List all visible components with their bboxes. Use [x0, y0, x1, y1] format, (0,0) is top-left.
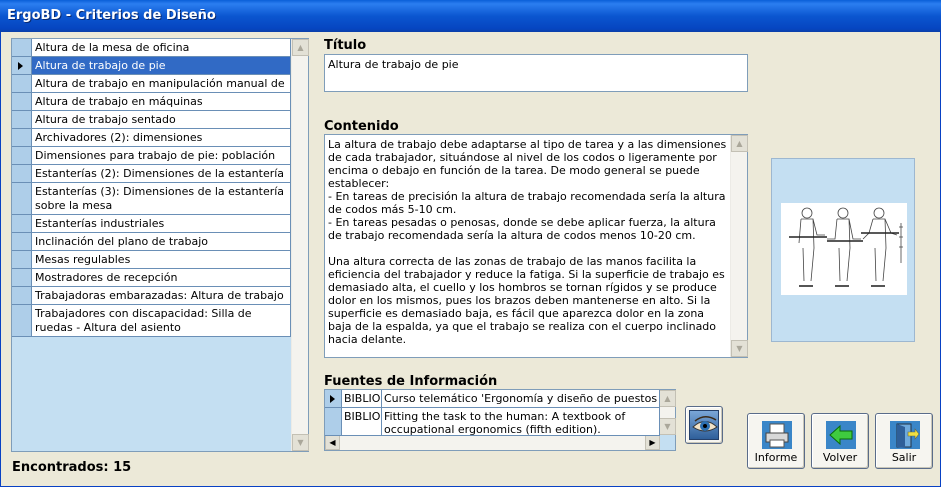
- fuentes-scroll-down-button[interactable]: ▼: [659, 418, 676, 435]
- row-selector[interactable]: [12, 75, 32, 93]
- view-source-button[interactable]: [685, 406, 723, 444]
- list-item[interactable]: Trabajadoras embarazadas: Altura de trab…: [12, 287, 291, 305]
- results-count: Encontrados: 15: [12, 460, 132, 475]
- list-item-label[interactable]: Dimensiones para trabajo de pie: poblaci…: [32, 147, 291, 165]
- titulo-field[interactable]: Altura de trabajo de pie: [324, 54, 748, 92]
- list-item-label[interactable]: Altura de la mesa de oficina: [32, 39, 291, 57]
- scroll-up-button[interactable]: ▲: [292, 39, 309, 56]
- list-item-label[interactable]: Mostradores de recepción: [32, 269, 291, 287]
- list-item[interactable]: Mesas regulables: [12, 251, 291, 269]
- exit-door-icon: [889, 420, 921, 454]
- row-selector[interactable]: [12, 39, 32, 57]
- row-selector[interactable]: [12, 129, 32, 147]
- list-item-label[interactable]: Archivadores (2): dimensiones: [32, 129, 291, 147]
- list-item-label[interactable]: Altura de trabajo de pie: [32, 57, 291, 75]
- volver-button[interactable]: Volver: [811, 413, 869, 469]
- source-row-selector[interactable]: [325, 408, 342, 436]
- eye-icon: [689, 410, 719, 440]
- source-type[interactable]: BIBLIO: [342, 390, 382, 408]
- contenido-field[interactable]: La altura de trabajo debe adaptarse al t…: [324, 134, 748, 358]
- window-title: ErgoBD - Criterios de Diseño: [0, 0, 941, 32]
- fuentes-scroll-up-button[interactable]: ▲: [659, 390, 676, 407]
- list-item[interactable]: Trabajadores con discapacidad: Silla de …: [12, 305, 291, 337]
- list-item[interactable]: Inclinación del plano de trabajo: [12, 233, 291, 251]
- list-item[interactable]: Estanterías industriales: [12, 215, 291, 233]
- row-selector[interactable]: [12, 93, 32, 111]
- fuentes-vscrollbar[interactable]: ▲ ▼: [658, 390, 676, 435]
- row-selector[interactable]: [12, 305, 32, 337]
- source-row-selector[interactable]: [325, 390, 342, 408]
- source-row[interactable]: BIBLIO Fitting the task to the human: A t…: [325, 408, 660, 436]
- fuentes-grid: ▲ ▼ ◀ ▶ BIBLIO Curso telemático 'Ergonomí…: [324, 389, 676, 451]
- source-row[interactable]: BIBLIO Curso telemático 'Ergonomía y dise…: [325, 390, 660, 408]
- contenido-scroll-down-button[interactable]: ▼: [731, 340, 748, 357]
- list-item-label[interactable]: Estanterías (2): Dimensiones de la estan…: [32, 165, 291, 183]
- contenido-label: Contenido: [324, 119, 399, 134]
- list-item-label[interactable]: Estanterías industriales: [32, 215, 291, 233]
- list-item[interactable]: Altura de trabajo sentado: [12, 111, 291, 129]
- list-item[interactable]: Altura de trabajo en máquinas: [12, 93, 291, 111]
- back-arrow-icon: [825, 420, 857, 454]
- informe-button[interactable]: Informe: [747, 413, 805, 469]
- list-item-label[interactable]: Altura de trabajo en máquinas: [32, 93, 291, 111]
- standing-work-height-illustration: [781, 203, 907, 295]
- row-selector[interactable]: [12, 111, 32, 129]
- row-selector[interactable]: [12, 233, 32, 251]
- list-item[interactable]: Estanterías (2): Dimensiones de la estan…: [12, 165, 291, 183]
- salir-button[interactable]: Salir: [875, 413, 933, 469]
- list-item-label[interactable]: Estanterías (3): Dimensiones de la estan…: [32, 183, 291, 215]
- source-type[interactable]: BIBLIO: [342, 408, 382, 436]
- row-selector[interactable]: [12, 165, 32, 183]
- contenido-text: La altura de trabajo debe adaptarse al t…: [328, 138, 727, 346]
- row-selector[interactable]: [12, 57, 32, 75]
- list-item[interactable]: Estanterías (3): Dimensiones de la estan…: [12, 183, 291, 215]
- row-selector[interactable]: [12, 215, 32, 233]
- scroll-down-button[interactable]: ▼: [292, 434, 309, 451]
- current-row-arrow-icon: [330, 395, 335, 403]
- row-selector[interactable]: [12, 269, 32, 287]
- row-selector[interactable]: [12, 183, 32, 215]
- list-item-label[interactable]: Inclinación del plano de trabajo: [32, 233, 291, 251]
- list-item[interactable]: Altura de trabajo en manipulación manual…: [12, 75, 291, 93]
- list-item-label[interactable]: Trabajadoras embarazadas: Altura de trab…: [32, 287, 291, 305]
- fuentes-hscrollbar[interactable]: ◀ ▶: [325, 435, 660, 450]
- list-item-label[interactable]: Altura de trabajo sentado: [32, 111, 291, 129]
- salir-label: Salir: [891, 451, 917, 464]
- volver-label: Volver: [822, 451, 858, 464]
- row-selector[interactable]: [12, 251, 32, 269]
- row-selector[interactable]: [12, 147, 32, 165]
- list-item-label[interactable]: Altura de trabajo en manipulación manual…: [32, 75, 291, 93]
- list-scrollbar[interactable]: ▲ ▼: [291, 39, 309, 451]
- titulo-label: Título: [324, 38, 367, 53]
- contenido-scrollbar[interactable]: ▲ ▼: [730, 135, 748, 357]
- list-item-label[interactable]: Mesas regulables: [32, 251, 291, 269]
- list-item[interactable]: Mostradores de recepción: [12, 269, 291, 287]
- contenido-scroll-up-button[interactable]: ▲: [731, 135, 748, 152]
- source-description[interactable]: Curso telemático 'Ergonomía y diseño de …: [382, 390, 660, 408]
- informe-label: Informe: [754, 451, 798, 464]
- criteria-list: ▲ ▼ Altura de la mesa de oficina Altura d…: [11, 38, 309, 452]
- row-selector[interactable]: [12, 287, 32, 305]
- fuentes-scroll-left-button[interactable]: ◀: [325, 435, 340, 450]
- list-item[interactable]: Archivadores (2): dimensiones: [12, 129, 291, 147]
- illustration-panel: [771, 158, 915, 342]
- list-item[interactable]: Dimensiones para trabajo de pie: poblaci…: [12, 147, 291, 165]
- list-item-label[interactable]: Trabajadores con discapacidad: Silla de …: [32, 305, 291, 337]
- current-row-arrow-icon: [18, 62, 23, 70]
- fuentes-label: Fuentes de Información: [324, 374, 498, 389]
- list-item[interactable]: Altura de la mesa de oficina: [12, 39, 291, 57]
- source-description[interactable]: Fitting the task to the human: A textboo…: [382, 408, 660, 436]
- printer-icon: [761, 420, 793, 454]
- main-window: ▲ ▼ Altura de la mesa de oficina Altura d…: [0, 32, 941, 487]
- fuentes-scroll-right-button[interactable]: ▶: [645, 435, 660, 450]
- list-item[interactable]: Altura de trabajo de pie: [12, 57, 291, 75]
